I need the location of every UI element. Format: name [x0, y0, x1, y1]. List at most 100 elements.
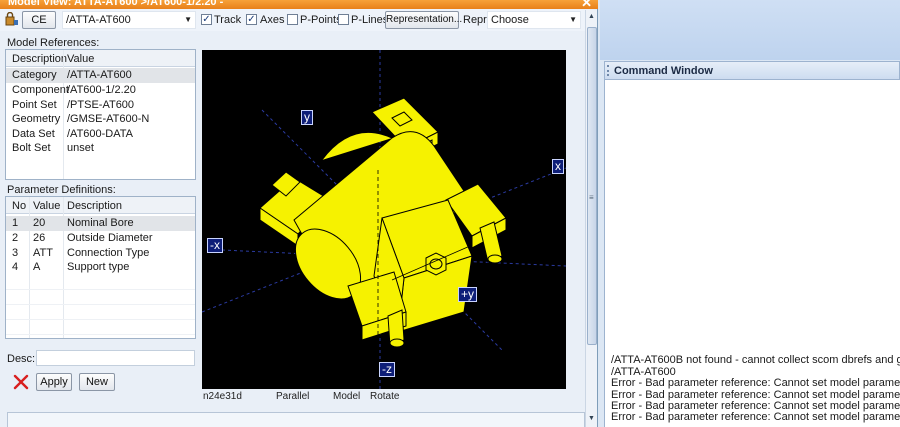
delete-icon[interactable]: [13, 374, 29, 390]
window-title: Model View: ATTA-AT600 >/AT600-1/2.20 -: [8, 0, 224, 8]
projection-mode[interactable]: Parallel: [276, 391, 309, 402]
column-header[interactable]: Description: [12, 53, 67, 65]
table-cell: Category: [12, 69, 57, 81]
table-cell: 4: [12, 261, 19, 273]
repr-label: Repr: [463, 14, 487, 26]
right-pane-header-area: [600, 0, 900, 60]
table-cell: A: [33, 261, 41, 273]
table-row[interactable]: Component /AT600-1/2.20: [6, 83, 195, 98]
empty-row[interactable]: [6, 320, 195, 335]
parameter-definitions-label: Parameter Definitions:: [7, 184, 116, 196]
chevron-down-icon: ▼: [184, 15, 192, 24]
table-cell: Bolt Set: [12, 142, 51, 154]
table-cell: 1: [12, 217, 19, 229]
table-row[interactable]: Bolt Set unset: [6, 141, 195, 156]
axis-label-pos-y: +y: [458, 287, 478, 302]
bottom-panel: [7, 412, 585, 427]
axis-label-neg-z: -z: [379, 362, 395, 377]
vertical-scrollbar[interactable]: ▲ ≡ ▼: [585, 10, 597, 427]
output-line: Error - Bad parameter reference: Cannot …: [611, 377, 900, 389]
table-cell: /ATTA-AT600: [67, 69, 132, 81]
model-view-titlebar[interactable]: Model View: ATTA-AT600 >/AT600-1/2.20 - …: [0, 0, 598, 9]
axis-label-x: x: [552, 159, 564, 174]
table-row[interactable]: 2 26 Outside Diameter: [6, 231, 195, 246]
output-line: Error - Bad parameter reference: Cannot …: [611, 411, 900, 423]
table-cell: 20: [33, 217, 46, 229]
desc-label: Desc:: [7, 353, 36, 365]
table-row[interactable]: Point Set /PTSE-AT600: [6, 98, 195, 113]
axes-label: Axes: [260, 14, 285, 26]
table-cell: Component: [12, 84, 69, 96]
table-cell: Point Set: [12, 99, 57, 111]
table-cell: /PTSE-AT600: [67, 99, 135, 111]
column-header[interactable]: Description: [67, 200, 122, 212]
scroll-down-icon[interactable]: ▼: [588, 415, 595, 422]
ppoints-label: P-Points: [300, 14, 342, 26]
scroll-up-icon[interactable]: ▲: [588, 13, 595, 20]
table-cell: /AT600-DATA: [67, 128, 134, 140]
close-icon[interactable]: ✕: [581, 0, 592, 9]
ce-button[interactable]: CE: [22, 11, 56, 29]
grip-icon[interactable]: [607, 65, 609, 76]
column-header[interactable]: No: [12, 200, 26, 212]
axis-label-neg-x: -x: [207, 238, 223, 253]
table-cell: Data Set: [12, 128, 55, 140]
element-combo-value: /ATTA-AT600: [66, 14, 131, 26]
empty-row[interactable]: [6, 305, 195, 320]
model-render: [202, 50, 566, 389]
output-line: /ATTA-AT600B not found - cannot collect …: [611, 354, 900, 366]
parameter-definitions-table: No Value Description 1 20 Nominal Bore 2…: [5, 196, 196, 339]
table-cell: 26: [33, 232, 46, 244]
table-cell: /AT600-1/2.20: [67, 84, 136, 96]
table-row[interactable]: 3 ATT Connection Type: [6, 246, 195, 261]
table-cell: Geometry: [12, 113, 61, 125]
command-window-output[interactable]: /ATTA-AT600B not found - cannot collect …: [604, 80, 900, 427]
repr-combo[interactable]: Choose ▼: [487, 11, 581, 29]
grip-icon: ≡: [589, 193, 594, 202]
repr-combo-value: Choose: [491, 14, 529, 26]
desc-input[interactable]: [36, 350, 195, 366]
plines-label: P-Lines: [351, 14, 389, 26]
new-button[interactable]: New: [79, 373, 115, 391]
chevron-down-icon: ▼: [569, 15, 577, 24]
command-window-title: Command Window: [614, 65, 713, 77]
scrollbar-thumb[interactable]: [587, 27, 597, 345]
table-cell: Outside Diameter: [67, 232, 153, 244]
axes-checkbox[interactable]: ✓: [246, 14, 257, 25]
model-references-table: Description Value Category /ATTA-AT600 C…: [5, 49, 196, 180]
plines-checkbox[interactable]: [338, 14, 349, 25]
table-row[interactable]: Category /ATTA-AT600: [6, 68, 195, 83]
view-direction: n24e31d: [203, 391, 242, 402]
representation-button[interactable]: Representation...: [385, 11, 462, 29]
track-label: Track: [214, 14, 242, 26]
axis-label-y: y: [301, 110, 313, 125]
table-cell: Connection Type: [67, 247, 150, 259]
command-window-pane: Command Window /ATTA-AT600B not found - …: [600, 0, 900, 427]
table-cell: 3: [12, 247, 19, 259]
command-window-header[interactable]: Command Window: [604, 61, 900, 80]
column-header[interactable]: Value: [67, 53, 94, 65]
table-header: No Value Description: [6, 197, 195, 214]
table-cell: /GMSE-AT600-N: [67, 113, 150, 125]
table-row[interactable]: 1 20 Nominal Bore: [6, 216, 195, 231]
track-checkbox[interactable]: ✓: [201, 14, 212, 25]
column-header[interactable]: Value: [33, 200, 60, 212]
table-row[interactable]: 4 A Support type: [6, 260, 195, 275]
table-cell: unset: [67, 142, 94, 154]
apply-button[interactable]: Apply: [36, 373, 72, 391]
table-row[interactable]: Geometry /GMSE-AT600-N: [6, 112, 195, 127]
table-row[interactable]: Data Set /AT600-DATA: [6, 127, 195, 142]
model-3d-viewport[interactable]: y x -x +y -z: [202, 50, 566, 389]
element-combo[interactable]: /ATTA-AT600 ▼: [62, 11, 196, 29]
view-mode[interactable]: Model: [333, 391, 360, 402]
lock-pipe-icon[interactable]: [5, 12, 19, 26]
empty-row[interactable]: [6, 275, 195, 290]
table-cell: Support type: [67, 261, 130, 273]
table-cell: 2: [12, 232, 19, 244]
table-cell: Nominal Bore: [67, 217, 134, 229]
model-view-toolbar: CE /ATTA-AT600 ▼ ✓ Track ✓ Axes P-Points…: [0, 9, 590, 31]
mouse-action[interactable]: Rotate: [370, 391, 399, 402]
model-view-window: Model View: ATTA-AT600 >/AT600-1/2.20 - …: [0, 0, 598, 427]
ppoints-checkbox[interactable]: [287, 14, 298, 25]
empty-row[interactable]: [6, 290, 195, 305]
